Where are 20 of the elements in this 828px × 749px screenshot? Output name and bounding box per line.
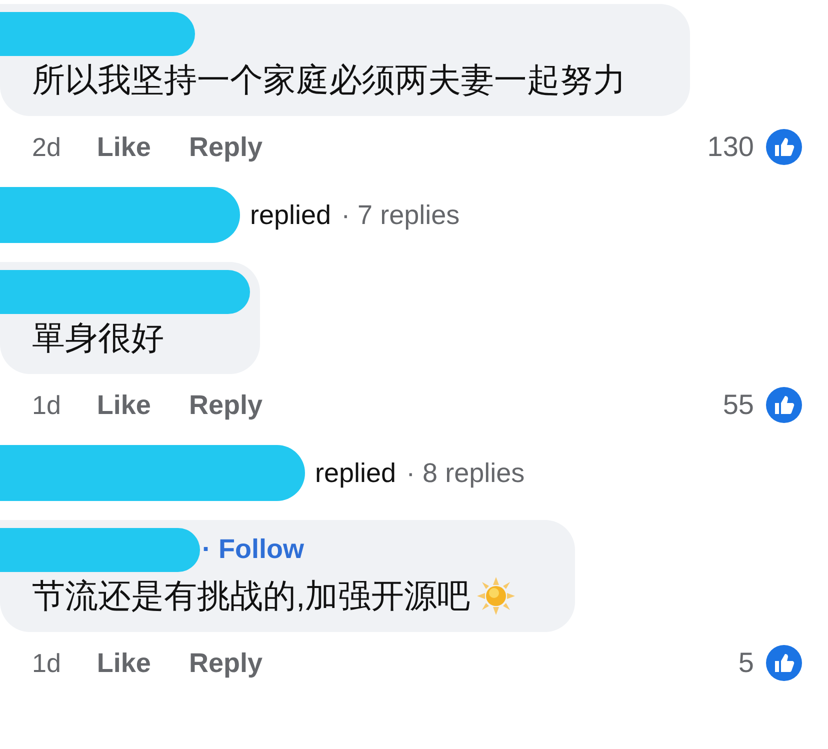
like-count: 130: [707, 131, 754, 163]
reply-link[interactable]: Reply: [188, 132, 262, 162]
like-count: 55: [722, 389, 754, 421]
comment-text: 單身很好: [32, 318, 164, 358]
comment-time: 1d: [32, 648, 61, 678]
like-link[interactable]: Like: [96, 390, 151, 420]
replied-text: replied: [250, 200, 332, 230]
like-count: 5: [738, 647, 754, 679]
reply-link[interactable]: Reply: [188, 648, 262, 678]
replied-text: replied: [315, 458, 396, 488]
comment-text: 节流还是有挑战的,加强开源吧: [32, 576, 470, 616]
view-replies-link[interactable]: · 8 replies: [406, 458, 525, 488]
follow-link[interactable]: · Follow: [202, 534, 304, 564]
comment-time: 2d: [32, 132, 61, 162]
like-link[interactable]: Like: [96, 132, 151, 162]
view-replies-link[interactable]: · 7 replies: [341, 200, 460, 230]
like-link[interactable]: Like: [96, 648, 151, 678]
reply-link[interactable]: Reply: [188, 390, 262, 420]
comment-text: 所以我坚持一个家庭必须两夫妻一起努力: [32, 60, 626, 100]
comment-time: 1d: [32, 390, 61, 420]
